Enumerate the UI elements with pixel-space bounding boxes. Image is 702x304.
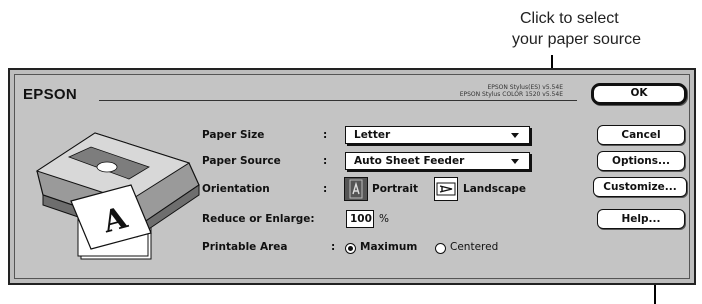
paper-size-colon: : [323,129,328,141]
orientation-label: Orientation [202,183,270,195]
paper-size-label: Paper Size [202,129,265,141]
customize-button[interactable]: Customize... [593,177,687,197]
portrait-label[interactable]: Portrait [372,183,418,195]
printable-area-colon: : [331,241,336,253]
reduce-enlarge-label: Reduce or Enlarge: [202,213,315,225]
paper-source-colon: : [323,155,328,167]
printable-area-label: Printable Area [202,241,288,253]
paper-size-value: Letter [354,129,391,141]
options-button[interactable]: Options... [597,151,685,171]
portrait-orientation-icon[interactable] [344,177,368,201]
version-line-1: EPSON Stylus(ES) v5.54E [487,84,563,91]
paper-source-callout: Click to select your paper source [512,8,702,50]
printer-illustration-icon: A [35,132,200,260]
print-dialog: EPSON EPSON Stylus(ES) v5.54E EPSON Styl… [8,68,696,285]
landscape-label[interactable]: Landscape [463,183,526,195]
centered-label[interactable]: Centered [450,241,498,253]
centered-radio[interactable] [435,243,446,254]
ok-button[interactable]: OK [591,83,687,105]
chevron-down-icon [511,159,519,164]
chevron-down-icon [511,133,519,138]
paper-source-value: Auto Sheet Feeder [354,155,465,167]
epson-logo: EPSON [23,86,78,103]
callout-line-1: Click to select [520,10,619,27]
maximum-label[interactable]: Maximum [360,241,417,253]
paper-source-label: Paper Source [202,155,281,167]
percent-unit: % [379,213,389,225]
paper-source-popup[interactable]: Auto Sheet Feeder [345,152,530,170]
dialog-panel: EPSON EPSON Stylus(ES) v5.54E EPSON Styl… [14,74,690,279]
reduce-enlarge-input[interactable]: 100 [346,210,374,228]
maximum-radio[interactable] [345,243,356,254]
portrait-glyph-icon [349,179,363,199]
help-button[interactable]: Help... [597,209,685,229]
cancel-button[interactable]: Cancel [597,125,685,145]
paper-size-popup[interactable]: Letter [345,126,530,144]
landscape-orientation-icon[interactable] [434,177,458,201]
version-line-2: EPSON Stylus COLOR 1520 v5.54E [459,91,563,98]
orientation-colon: : [323,183,328,195]
landscape-glyph-icon [436,182,456,196]
callout-line-2: your paper source [512,31,641,48]
header-rule [99,100,577,101]
driver-versions: EPSON Stylus(ES) v5.54E EPSON Stylus COL… [460,84,563,98]
